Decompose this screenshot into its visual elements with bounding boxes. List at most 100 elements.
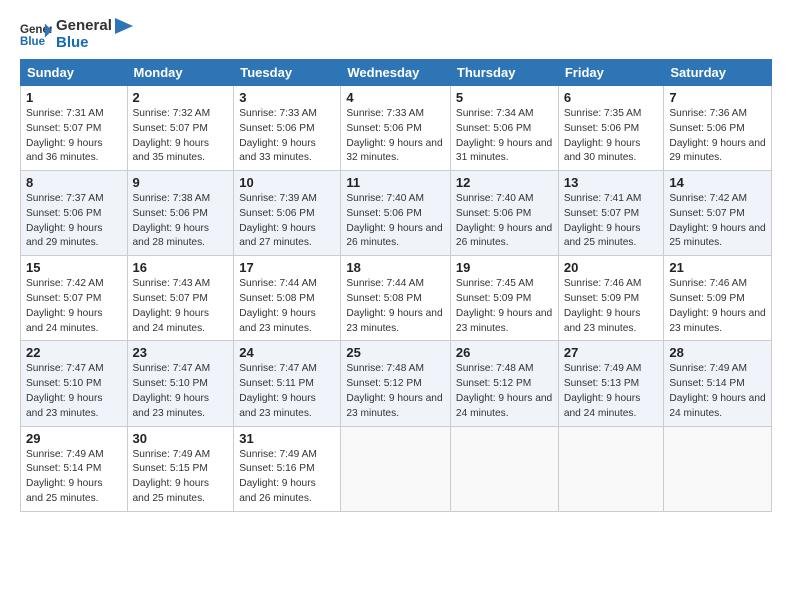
sunset-label: Sunset: 5:07 PM xyxy=(564,208,639,219)
day-number: 27 xyxy=(564,345,659,360)
daylight-label: Daylight: 9 hours and 23 minutes. xyxy=(239,308,315,334)
daylight-label: Daylight: 9 hours and 31 minutes. xyxy=(456,138,552,164)
daylight-label: Daylight: 9 hours and 32 minutes. xyxy=(346,138,442,164)
weekday-header-friday: Friday xyxy=(558,60,664,86)
day-info: Sunrise: 7:46 AM Sunset: 5:09 PM Dayligh… xyxy=(669,277,766,336)
calendar-cell xyxy=(558,426,664,511)
daylight-label: Daylight: 9 hours and 29 minutes. xyxy=(26,223,102,249)
day-info: Sunrise: 7:47 AM Sunset: 5:11 PM Dayligh… xyxy=(239,362,335,421)
sunset-label: Sunset: 5:08 PM xyxy=(239,293,314,304)
daylight-label: Daylight: 9 hours and 26 minutes. xyxy=(346,223,442,249)
day-info: Sunrise: 7:31 AM Sunset: 5:07 PM Dayligh… xyxy=(26,107,122,166)
sunset-label: Sunset: 5:07 PM xyxy=(26,293,101,304)
day-info: Sunrise: 7:44 AM Sunset: 5:08 PM Dayligh… xyxy=(239,277,335,336)
sunrise-label: Sunrise: 7:33 AM xyxy=(239,108,317,119)
sunrise-label: Sunrise: 7:44 AM xyxy=(239,278,317,289)
sunrise-label: Sunrise: 7:49 AM xyxy=(564,363,642,374)
sunset-label: Sunset: 5:09 PM xyxy=(669,293,744,304)
daylight-label: Daylight: 9 hours and 23 minutes. xyxy=(239,393,315,419)
day-number: 7 xyxy=(669,90,766,105)
sunrise-label: Sunrise: 7:40 AM xyxy=(346,193,424,204)
calendar-week-1: 1 Sunrise: 7:31 AM Sunset: 5:07 PM Dayli… xyxy=(21,86,772,171)
calendar-cell: 17 Sunrise: 7:44 AM Sunset: 5:08 PM Dayl… xyxy=(234,256,341,341)
day-number: 16 xyxy=(133,260,229,275)
daylight-label: Daylight: 9 hours and 23 minutes. xyxy=(456,308,552,334)
sunrise-label: Sunrise: 7:39 AM xyxy=(239,193,317,204)
day-info: Sunrise: 7:49 AM Sunset: 5:13 PM Dayligh… xyxy=(564,362,659,421)
sunset-label: Sunset: 5:11 PM xyxy=(239,378,314,389)
calendar-cell: 16 Sunrise: 7:43 AM Sunset: 5:07 PM Dayl… xyxy=(127,256,234,341)
logo-icon: General Blue xyxy=(20,21,52,49)
day-number: 13 xyxy=(564,175,659,190)
day-info: Sunrise: 7:44 AM Sunset: 5:08 PM Dayligh… xyxy=(346,277,445,336)
day-info: Sunrise: 7:49 AM Sunset: 5:15 PM Dayligh… xyxy=(133,448,229,507)
day-info: Sunrise: 7:38 AM Sunset: 5:06 PM Dayligh… xyxy=(133,192,229,251)
day-info: Sunrise: 7:49 AM Sunset: 5:14 PM Dayligh… xyxy=(669,362,766,421)
daylight-label: Daylight: 9 hours and 36 minutes. xyxy=(26,138,102,164)
day-number: 29 xyxy=(26,431,122,446)
day-info: Sunrise: 7:49 AM Sunset: 5:16 PM Dayligh… xyxy=(239,448,335,507)
sunset-label: Sunset: 5:06 PM xyxy=(564,123,639,134)
calendar-cell xyxy=(341,426,451,511)
day-info: Sunrise: 7:34 AM Sunset: 5:06 PM Dayligh… xyxy=(456,107,553,166)
sunrise-label: Sunrise: 7:47 AM xyxy=(133,363,211,374)
day-number: 5 xyxy=(456,90,553,105)
svg-text:Blue: Blue xyxy=(20,35,46,47)
calendar-cell: 27 Sunrise: 7:49 AM Sunset: 5:13 PM Dayl… xyxy=(558,341,664,426)
calendar-cell: 1 Sunrise: 7:31 AM Sunset: 5:07 PM Dayli… xyxy=(21,86,128,171)
sunset-label: Sunset: 5:10 PM xyxy=(133,378,208,389)
sunset-label: Sunset: 5:06 PM xyxy=(346,123,421,134)
calendar-table: SundayMondayTuesdayWednesdayThursdayFrid… xyxy=(20,59,772,512)
day-number: 19 xyxy=(456,260,553,275)
day-number: 12 xyxy=(456,175,553,190)
calendar-cell: 26 Sunrise: 7:48 AM Sunset: 5:12 PM Dayl… xyxy=(450,341,558,426)
calendar-week-5: 29 Sunrise: 7:49 AM Sunset: 5:14 PM Dayl… xyxy=(21,426,772,511)
day-number: 28 xyxy=(669,345,766,360)
daylight-label: Daylight: 9 hours and 23 minutes. xyxy=(564,308,640,334)
calendar-cell: 24 Sunrise: 7:47 AM Sunset: 5:11 PM Dayl… xyxy=(234,341,341,426)
sunrise-label: Sunrise: 7:47 AM xyxy=(26,363,104,374)
day-number: 30 xyxy=(133,431,229,446)
sunrise-label: Sunrise: 7:45 AM xyxy=(456,278,534,289)
day-number: 15 xyxy=(26,260,122,275)
sunrise-label: Sunrise: 7:47 AM xyxy=(239,363,317,374)
day-number: 22 xyxy=(26,345,122,360)
sunset-label: Sunset: 5:14 PM xyxy=(669,378,744,389)
calendar-cell: 19 Sunrise: 7:45 AM Sunset: 5:09 PM Dayl… xyxy=(450,256,558,341)
calendar-cell: 22 Sunrise: 7:47 AM Sunset: 5:10 PM Dayl… xyxy=(21,341,128,426)
day-number: 9 xyxy=(133,175,229,190)
day-info: Sunrise: 7:37 AM Sunset: 5:06 PM Dayligh… xyxy=(26,192,122,251)
day-info: Sunrise: 7:40 AM Sunset: 5:06 PM Dayligh… xyxy=(346,192,445,251)
sunset-label: Sunset: 5:12 PM xyxy=(456,378,531,389)
sunset-label: Sunset: 5:07 PM xyxy=(133,123,208,134)
day-number: 11 xyxy=(346,175,445,190)
day-number: 18 xyxy=(346,260,445,275)
sunrise-label: Sunrise: 7:49 AM xyxy=(669,363,747,374)
day-number: 20 xyxy=(564,260,659,275)
calendar-cell: 10 Sunrise: 7:39 AM Sunset: 5:06 PM Dayl… xyxy=(234,171,341,256)
calendar-cell: 11 Sunrise: 7:40 AM Sunset: 5:06 PM Dayl… xyxy=(341,171,451,256)
day-info: Sunrise: 7:46 AM Sunset: 5:09 PM Dayligh… xyxy=(564,277,659,336)
daylight-label: Daylight: 9 hours and 28 minutes. xyxy=(133,223,209,249)
sunset-label: Sunset: 5:06 PM xyxy=(26,208,101,219)
sunset-label: Sunset: 5:06 PM xyxy=(239,123,314,134)
day-number: 31 xyxy=(239,431,335,446)
day-info: Sunrise: 7:47 AM Sunset: 5:10 PM Dayligh… xyxy=(26,362,122,421)
daylight-label: Daylight: 9 hours and 23 minutes. xyxy=(26,393,102,419)
calendar-cell: 6 Sunrise: 7:35 AM Sunset: 5:06 PM Dayli… xyxy=(558,86,664,171)
calendar-cell: 9 Sunrise: 7:38 AM Sunset: 5:06 PM Dayli… xyxy=(127,171,234,256)
sunset-label: Sunset: 5:06 PM xyxy=(456,208,531,219)
day-info: Sunrise: 7:40 AM Sunset: 5:06 PM Dayligh… xyxy=(456,192,553,251)
daylight-label: Daylight: 9 hours and 23 minutes. xyxy=(133,393,209,419)
calendar-week-4: 22 Sunrise: 7:47 AM Sunset: 5:10 PM Dayl… xyxy=(21,341,772,426)
sunset-label: Sunset: 5:15 PM xyxy=(133,463,208,474)
logo: General Blue General Blue xyxy=(20,18,135,51)
calendar-cell: 21 Sunrise: 7:46 AM Sunset: 5:09 PM Dayl… xyxy=(664,256,772,341)
calendar-cell: 12 Sunrise: 7:40 AM Sunset: 5:06 PM Dayl… xyxy=(450,171,558,256)
daylight-label: Daylight: 9 hours and 23 minutes. xyxy=(346,308,442,334)
sunrise-label: Sunrise: 7:46 AM xyxy=(669,278,747,289)
sunrise-label: Sunrise: 7:38 AM xyxy=(133,193,211,204)
sunrise-label: Sunrise: 7:37 AM xyxy=(26,193,104,204)
calendar-cell xyxy=(450,426,558,511)
weekday-header-monday: Monday xyxy=(127,60,234,86)
